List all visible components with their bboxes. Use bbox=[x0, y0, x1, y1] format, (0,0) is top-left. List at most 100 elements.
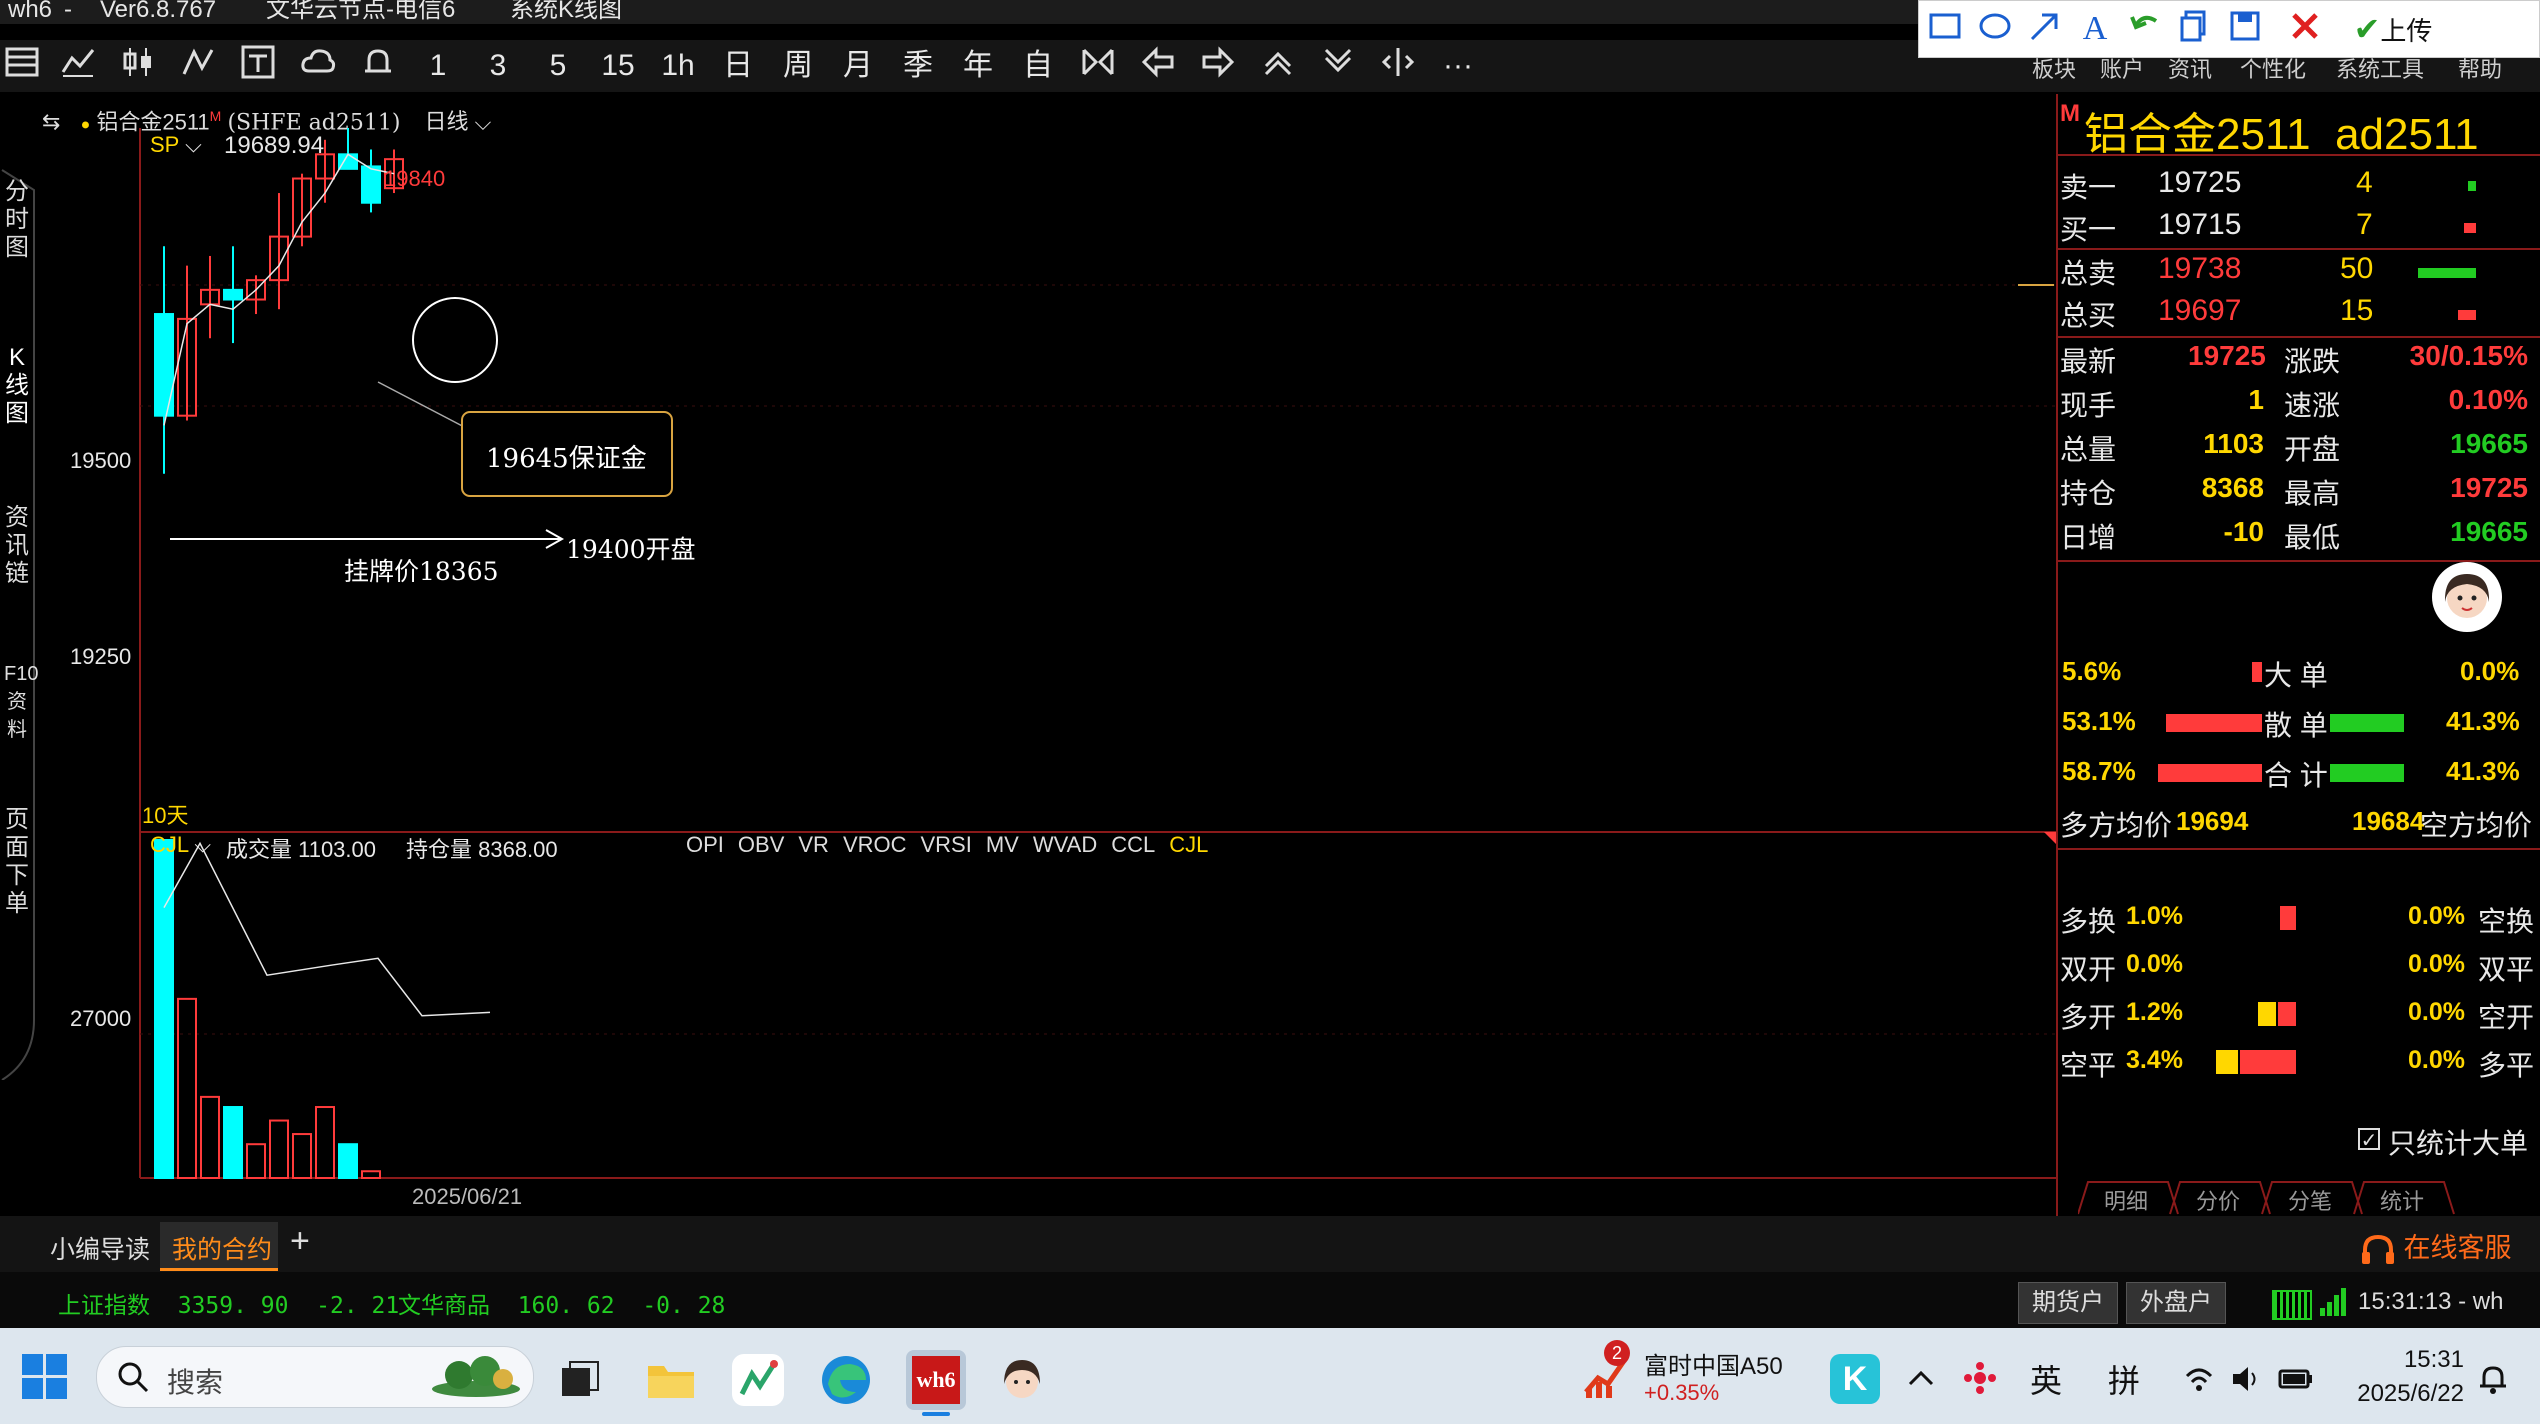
tab-ticks[interactable]: 分笔 bbox=[2288, 1184, 2332, 1216]
shanghai-index[interactable]: 上证指数 3359. 90 -2. 21 bbox=[58, 1286, 399, 1320]
period-1min[interactable]: 1 bbox=[416, 44, 460, 88]
avatar-app-icon[interactable] bbox=[996, 1354, 1048, 1406]
taskview-icon[interactable] bbox=[560, 1360, 600, 1400]
tab-my-contracts[interactable]: 我的合约 bbox=[160, 1222, 278, 1271]
wifi-icon[interactable] bbox=[2184, 1364, 2214, 1394]
stat-latest-label: 最新 bbox=[2060, 346, 2117, 377]
cjl-indicator[interactable]: CJL ⌵ bbox=[150, 832, 211, 858]
draw-tool-icon[interactable] bbox=[176, 44, 220, 88]
online-service-button[interactable]: 在线客服 bbox=[2360, 1226, 2512, 1266]
chevron-up-icon[interactable] bbox=[1906, 1364, 1936, 1394]
text-tool-icon[interactable]: A bbox=[2075, 9, 2115, 49]
finance-app-icon[interactable] bbox=[732, 1354, 784, 1406]
large-only-checkbox[interactable]: ✓ bbox=[2358, 1128, 2380, 1152]
sub-indicator-opi[interactable]: OPI bbox=[686, 832, 724, 857]
cjl-label: CJL bbox=[150, 832, 189, 857]
menu-account[interactable]: 账户 bbox=[2100, 52, 2144, 84]
keyboard-icon[interactable] bbox=[2272, 1290, 2312, 1320]
tab-detail[interactable]: 明细 bbox=[2104, 1184, 2148, 1216]
k-app-icon[interactable]: K bbox=[1830, 1354, 1880, 1404]
tab-stats[interactable]: 统计 bbox=[2380, 1184, 2424, 1216]
sub-indicator-vroc[interactable]: VROC bbox=[843, 832, 907, 857]
candle-group bbox=[154, 128, 404, 474]
period-3min[interactable]: 3 bbox=[476, 44, 520, 88]
futures-account-button[interactable]: 期货户 bbox=[2018, 1282, 2118, 1324]
battery-icon[interactable] bbox=[2278, 1364, 2314, 1394]
stat-volume-value: 1103 bbox=[2203, 428, 2264, 459]
sub-indicator-vrsi[interactable]: VRSI bbox=[921, 832, 972, 857]
more-icon[interactable]: ··· bbox=[1436, 44, 1480, 88]
line-chart-icon[interactable] bbox=[56, 44, 100, 88]
period-day[interactable]: 日 bbox=[716, 44, 760, 88]
candlestick-icon[interactable] bbox=[116, 44, 160, 88]
sub-indicator-obv[interactable]: OBV bbox=[738, 832, 784, 857]
period-year[interactable]: 年 bbox=[956, 44, 1000, 88]
arrow-tool-icon[interactable] bbox=[2025, 9, 2065, 49]
stock-widget-name[interactable]: 富时中国A50 bbox=[1644, 1346, 1783, 1381]
candle-body bbox=[223, 288, 243, 301]
menu-personalize[interactable]: 个性化 bbox=[2240, 52, 2306, 84]
cloud-icon[interactable] bbox=[296, 44, 340, 88]
bell-icon[interactable] bbox=[356, 44, 400, 88]
zoom-out-icon[interactable] bbox=[1316, 44, 1360, 88]
main-chart[interactable] bbox=[0, 128, 2056, 1216]
menu-sector[interactable]: 板块 bbox=[2032, 52, 2076, 84]
oi-line-path bbox=[163, 841, 491, 1017]
arrow-right-icon[interactable] bbox=[1196, 44, 1240, 88]
tab-price-dist[interactable]: 分价 bbox=[2196, 1184, 2240, 1216]
stat-low-label: 最低 bbox=[2284, 522, 2341, 553]
period-1h[interactable]: 1h bbox=[656, 44, 700, 88]
wh6-app-icon[interactable]: wh6 bbox=[906, 1350, 966, 1410]
menu-news[interactable]: 资讯 bbox=[2168, 52, 2212, 84]
tab-editor-reading[interactable]: 小编导读 bbox=[50, 1230, 150, 1266]
total-order-label: 合 计 bbox=[2264, 760, 2328, 791]
sub-indicator-cjl[interactable]: CJL bbox=[1169, 832, 1208, 857]
stat-high-value: 19725 bbox=[2450, 472, 2528, 503]
period-custom[interactable]: 自 bbox=[1016, 44, 1060, 88]
notification-bell-icon[interactable] bbox=[2476, 1362, 2510, 1396]
avatar[interactable] bbox=[2432, 562, 2502, 632]
period-15min[interactable]: 15 bbox=[596, 44, 640, 88]
overseas-account-button[interactable]: 外盘户 bbox=[2126, 1282, 2226, 1324]
upload-button[interactable]: ✔上传 bbox=[2343, 9, 2443, 49]
wenhua-commodity-index[interactable]: 文华商品 160. 62 -0. 28 bbox=[398, 1286, 725, 1320]
copy-icon[interactable] bbox=[2175, 9, 2215, 49]
ime-pinyin[interactable]: 拼 bbox=[2108, 1356, 2140, 1402]
info-panel-icon[interactable] bbox=[236, 44, 280, 88]
undo-icon[interactable] bbox=[2125, 9, 2165, 49]
ime-english[interactable]: 英 bbox=[2030, 1356, 2062, 1402]
period-week[interactable]: 周 bbox=[776, 44, 820, 88]
sub-indicator-vr[interactable]: VR bbox=[798, 832, 829, 857]
huawei-tray-icon[interactable] bbox=[1962, 1360, 1998, 1396]
add-tab-button[interactable]: + bbox=[290, 1222, 310, 1261]
period-quarter[interactable]: 季 bbox=[896, 44, 940, 88]
sub-indicator-mv[interactable]: MV bbox=[986, 832, 1019, 857]
windows-start-icon[interactable] bbox=[22, 1354, 68, 1400]
arrow-left-icon[interactable] bbox=[1136, 44, 1180, 88]
close-icon[interactable] bbox=[2285, 9, 2325, 49]
sub-indicator-wvad[interactable]: WVAD bbox=[1033, 832, 1097, 857]
oi-line bbox=[163, 841, 491, 1017]
ellipse-tool-icon[interactable] bbox=[1975, 9, 2015, 49]
edge-browser-icon[interactable] bbox=[820, 1354, 872, 1406]
taskbar-search[interactable]: 搜索 bbox=[96, 1346, 534, 1408]
days-label: 10天 bbox=[142, 803, 189, 828]
sp-indicator[interactable]: SP ⌵ bbox=[150, 132, 202, 158]
zoom-in-icon[interactable] bbox=[1256, 44, 1300, 88]
list-icon[interactable] bbox=[0, 44, 44, 88]
collapse-icon[interactable] bbox=[1076, 44, 1120, 88]
rectangle-tool-icon[interactable] bbox=[1925, 9, 1965, 49]
menu-system-tools[interactable]: 系统工具 bbox=[2336, 52, 2424, 84]
clock-date: 2025/6/22 bbox=[2357, 1380, 2464, 1407]
save-icon[interactable] bbox=[2225, 9, 2265, 49]
volume-bar bbox=[154, 839, 174, 1179]
menu-help[interactable]: 帮助 bbox=[2458, 52, 2502, 84]
period-5min[interactable]: 5 bbox=[536, 44, 580, 88]
crosshair-icon[interactable] bbox=[1376, 44, 1420, 88]
volume-icon[interactable] bbox=[2230, 1364, 2262, 1394]
period-month[interactable]: 月 bbox=[836, 44, 880, 88]
sub-indicator-ccl[interactable]: CCL bbox=[1111, 832, 1155, 857]
file-explorer-icon[interactable] bbox=[646, 1358, 696, 1400]
large-only-label: 只统计大单 bbox=[2388, 1128, 2529, 1159]
sub-indicator-tabs: OPI OBV VR VROC VRSI MV WVAD CCL CJL bbox=[686, 832, 1222, 858]
